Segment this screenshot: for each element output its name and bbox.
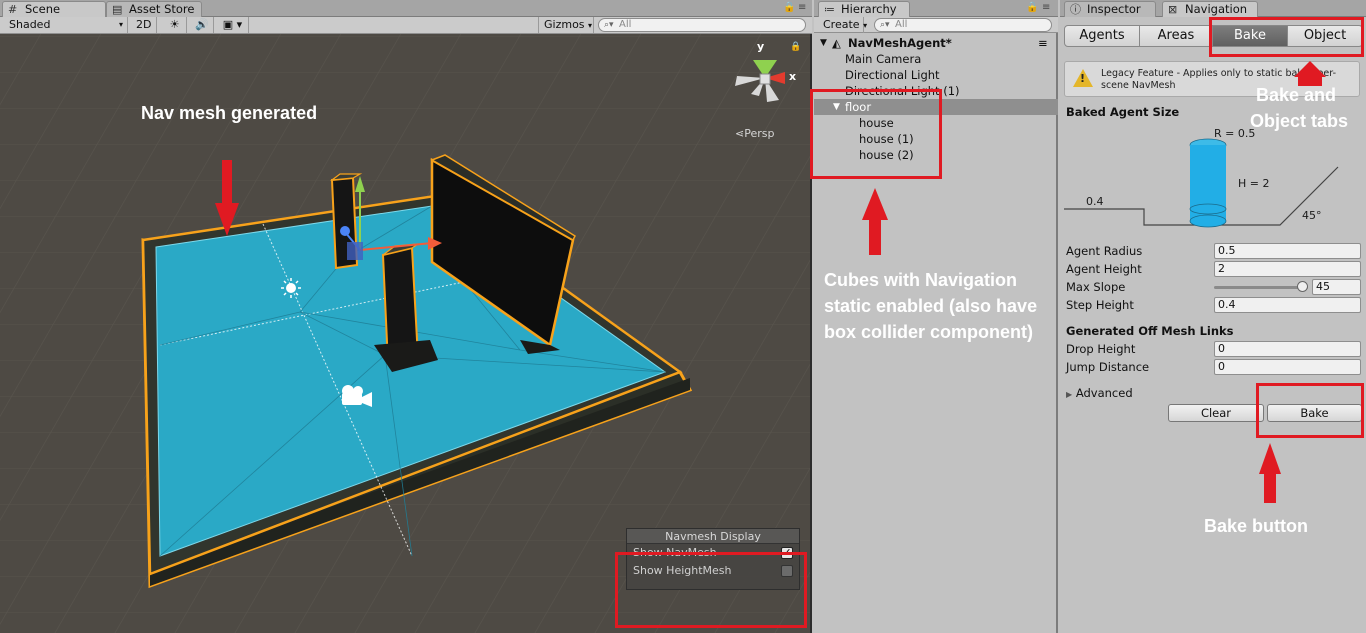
annotation-bake-button: Bake button: [1204, 516, 1309, 536]
annotation-cubes-line3: box collider component): [824, 322, 1034, 342]
annotation-cubes-line1: Cubes with Navigation: [824, 270, 1018, 290]
annotation-cubes-line2: static enabled (also have: [824, 296, 1038, 316]
arrow-up-icon: [862, 188, 888, 255]
annotation-tabs-line2: Object tabs: [1250, 111, 1349, 131]
annotation-arrows: [862, 61, 1326, 503]
arrow-up-icon: [1259, 443, 1281, 503]
annotation-tabs-line1: Bake and: [1256, 85, 1337, 105]
